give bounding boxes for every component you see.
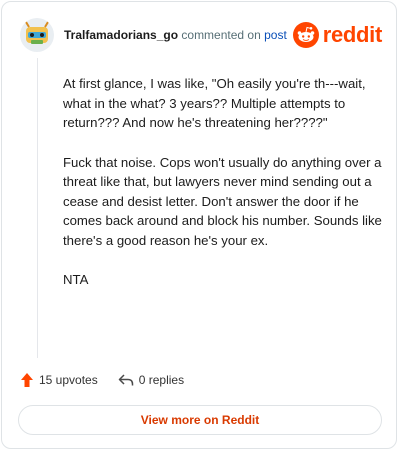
username-link[interactable]: Tralfamadorians_go: [64, 28, 178, 42]
thread-line: [37, 58, 38, 358]
user-avatar[interactable]: [20, 18, 54, 52]
reply-arrow-icon: [118, 374, 133, 386]
upvote-arrow-icon: [21, 373, 33, 387]
comment-paragraph: NTA: [63, 272, 89, 287]
comment-paragraph: Fuck that noise. Cops won't usually do a…: [63, 154, 382, 248]
post-link[interactable]: post: [264, 28, 287, 42]
comment-byline: Tralfamadorians_go commented on post: [64, 28, 287, 42]
upvote-button[interactable]: 15 upvotes: [20, 372, 98, 388]
view-more-button[interactable]: View more on Reddit: [18, 405, 382, 435]
comment-paragraph: At first glance, I was like, "Oh easily …: [63, 76, 366, 130]
reddit-snoo-icon: [292, 22, 319, 48]
reddit-wordmark: reddit: [322, 22, 383, 47]
comment-footer: 15 upvotes 0 replies: [20, 369, 204, 391]
reddit-logo[interactable]: reddit: [292, 20, 383, 50]
comment-body: At first glance, I was like, "Oh easily …: [63, 74, 383, 310]
upvote-count: 15 upvotes: [39, 373, 98, 387]
avatar-icon: [20, 18, 54, 52]
reply-button[interactable]: 0 replies: [118, 373, 184, 387]
reply-count: 0 replies: [138, 373, 185, 387]
action-text: commented on: [181, 28, 261, 42]
comment-header: Tralfamadorians_go commented on post red…: [20, 16, 382, 56]
reddit-comment-embed: Tralfamadorians_go commented on post red…: [1, 1, 397, 449]
